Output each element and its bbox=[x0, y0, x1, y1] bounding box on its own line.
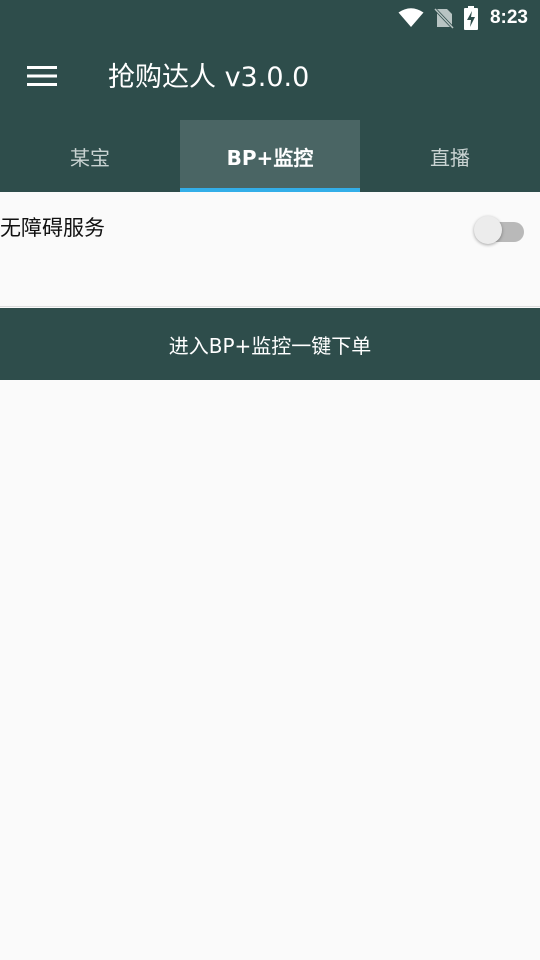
tab-bp-monitor[interactable]: BP+监控 bbox=[180, 120, 360, 192]
app-bar: 抢购达人 v3.0.0 bbox=[0, 36, 540, 120]
tab-live[interactable]: 直播 bbox=[360, 120, 540, 192]
accessibility-service-toggle[interactable] bbox=[474, 214, 526, 246]
toggle-thumb bbox=[474, 216, 502, 244]
accessibility-service-row: 无障碍服务 bbox=[0, 192, 540, 307]
status-time: 8:23 bbox=[489, 7, 528, 28]
no-sim-icon bbox=[433, 7, 454, 29]
status-bar: 8:23 bbox=[0, 0, 540, 36]
enter-bp-monitor-button[interactable]: 进入BP+监控一键下单 bbox=[0, 308, 540, 380]
accessibility-service-label: 无障碍服务 bbox=[0, 216, 105, 240]
enter-bp-monitor-label: 进入BP+监控一键下单 bbox=[168, 333, 372, 358]
tab-label: BP+监控 bbox=[226, 145, 314, 170]
wifi-icon bbox=[398, 8, 424, 28]
tab-taobao[interactable]: 某宝 bbox=[0, 120, 180, 192]
menu-button[interactable] bbox=[20, 60, 64, 96]
tab-bar: 某宝 BP+监控 直播 bbox=[0, 120, 540, 192]
app-title: 抢购达人 v3.0.0 bbox=[108, 62, 310, 93]
status-icons: 8:23 bbox=[398, 0, 528, 36]
battery-charging-icon bbox=[463, 6, 478, 30]
menu-icon bbox=[27, 65, 57, 91]
tab-label: 直播 bbox=[430, 145, 470, 170]
tab-label: 某宝 bbox=[70, 145, 110, 170]
